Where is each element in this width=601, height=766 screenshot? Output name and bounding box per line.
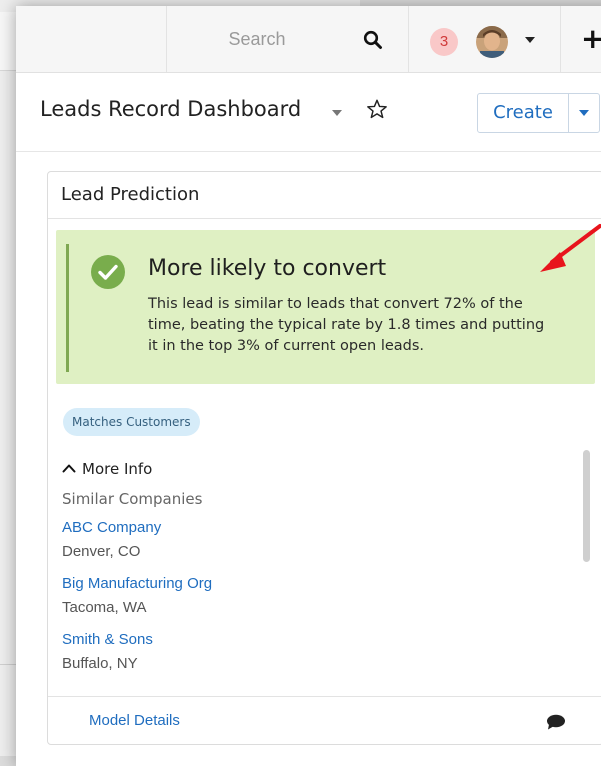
list-item: Big Manufacturing Org Tacoma, WA <box>62 574 542 618</box>
prediction-accent-bar <box>66 244 69 372</box>
company-link[interactable]: ABC Company <box>62 518 542 538</box>
annotation-arrow <box>540 224 601 272</box>
chevron-down-icon <box>579 110 589 116</box>
check-circle-icon <box>91 255 125 289</box>
comment-icon[interactable] <box>546 714 566 730</box>
list-item: ABC Company Denver, CO <box>62 518 542 562</box>
topbar-divider <box>408 6 409 72</box>
avatar-icon <box>476 26 508 58</box>
prediction-description: This lead is similar to leads that conve… <box>148 296 545 354</box>
global-search <box>166 6 409 72</box>
company-location: Tacoma, WA <box>62 599 147 616</box>
list-item: Smith & Sons Buffalo, NY <box>62 630 542 674</box>
page-title: Leads Record Dashboard <box>40 97 302 121</box>
search-input[interactable] <box>167 24 347 54</box>
lead-prediction-dashlet: Lead Prediction More likely to convert T… <box>47 171 601 745</box>
dashboard-panel: 3 + Leads Record Dashboard Create <box>16 6 601 766</box>
similar-companies-label: Similar Companies <box>62 490 203 508</box>
more-info-toggle[interactable]: More Info <box>62 460 152 478</box>
search-icon[interactable] <box>363 30 383 50</box>
prediction-banner: More likely to convert This lead is simi… <box>56 230 595 384</box>
notification-badge[interactable]: 3 <box>430 28 458 56</box>
create-button-group: Create <box>477 93 600 133</box>
company-location: Buffalo, NY <box>62 655 138 672</box>
scrollbar[interactable] <box>583 450 590 562</box>
create-button[interactable]: Create <box>478 94 569 132</box>
create-dropdown-button[interactable] <box>569 94 599 132</box>
top-navigation-bar: 3 + <box>16 6 601 73</box>
plus-icon[interactable]: + <box>581 22 601 56</box>
divider <box>48 218 601 219</box>
divider <box>48 696 601 697</box>
chevron-down-icon[interactable] <box>332 110 342 116</box>
company-location: Denver, CO <box>62 543 141 560</box>
topbar-divider <box>560 6 561 72</box>
dashlet-title: Lead Prediction <box>61 184 200 205</box>
prediction-heading: More likely to convert <box>148 256 387 281</box>
company-link[interactable]: Smith & Sons <box>62 630 542 650</box>
matches-customers-tag: Matches Customers <box>63 408 200 436</box>
more-info-label: More Info <box>82 460 153 478</box>
user-avatar[interactable] <box>476 26 508 58</box>
model-details-link[interactable]: Model Details <box>89 712 180 729</box>
chevron-up-icon <box>62 464 76 473</box>
company-link[interactable]: Big Manufacturing Org <box>62 574 542 594</box>
chevron-down-icon[interactable] <box>525 37 535 43</box>
dashboard-header: Leads Record Dashboard Create <box>16 73 601 152</box>
star-icon[interactable] <box>366 98 388 120</box>
